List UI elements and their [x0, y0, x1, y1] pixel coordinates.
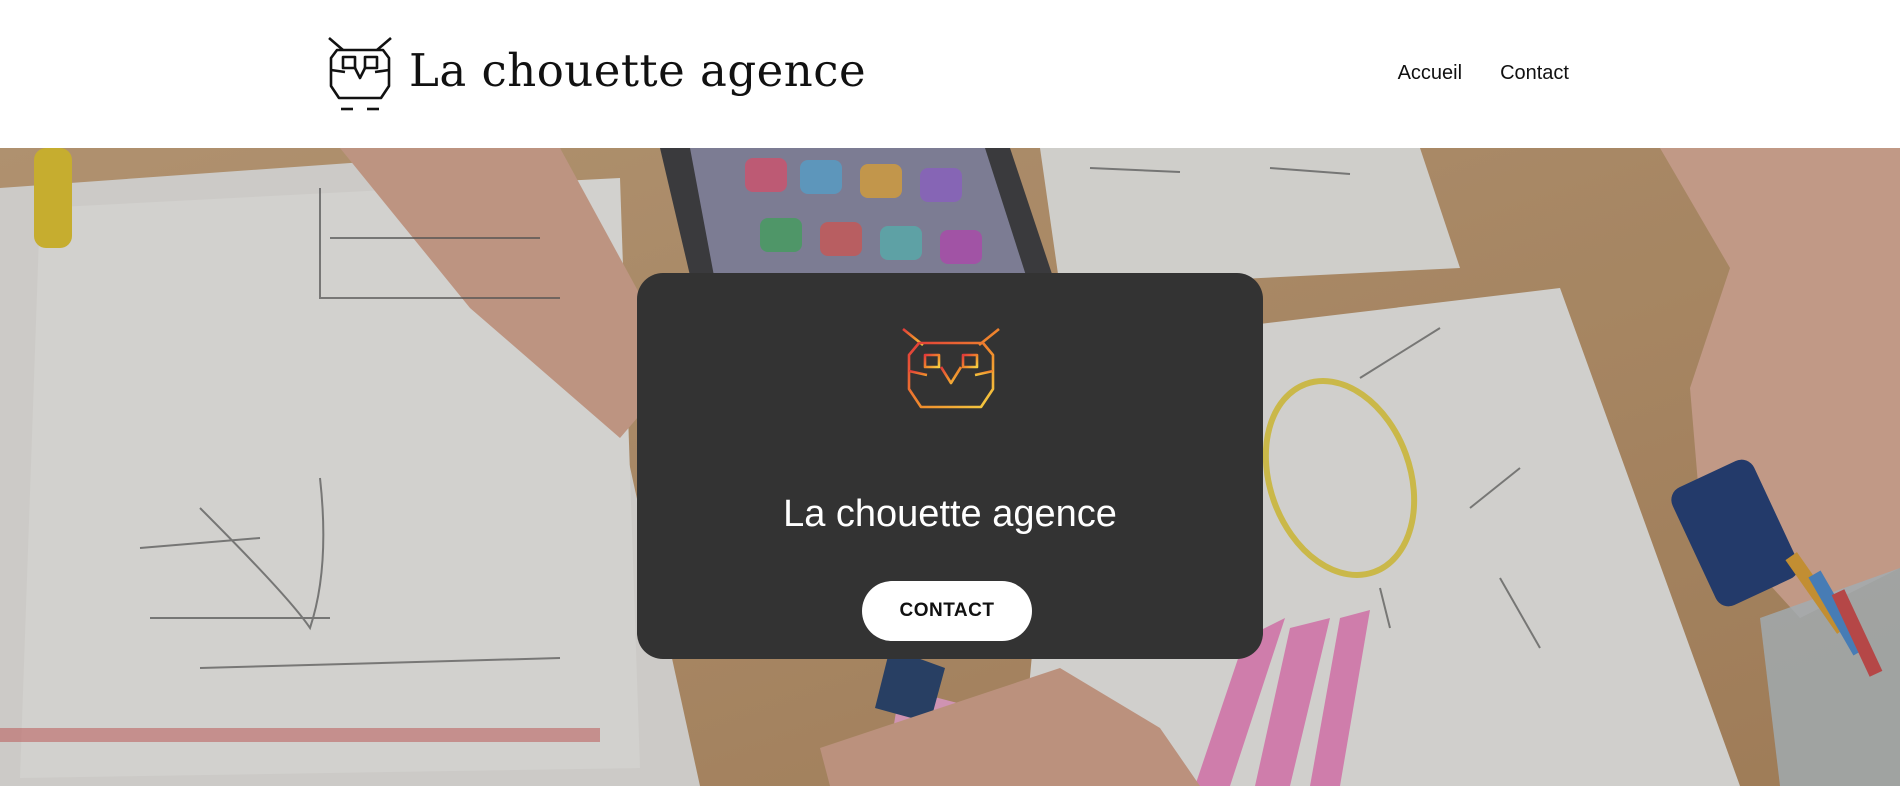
hero-card: La chouette agence CONTACT — [637, 273, 1263, 659]
main-nav: Accueil Contact — [1398, 62, 1569, 85]
contact-button[interactable]: CONTACT — [862, 581, 1032, 641]
hero-section: La chouette agence CONTACT — [0, 148, 1900, 786]
owl-icon — [328, 37, 392, 111]
owl-gradient-icon — [902, 327, 1000, 430]
page-bottom-strip — [0, 786, 1900, 810]
nav-link-accueil[interactable]: Accueil — [1398, 62, 1462, 85]
brand-link[interactable]: La chouette agence — [327, 36, 866, 112]
nav-link-contact[interactable]: Contact — [1500, 62, 1569, 85]
brand-name: La chouette agence — [409, 43, 867, 97]
site-header: La chouette agence Accueil Contact — [0, 0, 1900, 148]
hero-title: La chouette agence — [783, 493, 1117, 535]
